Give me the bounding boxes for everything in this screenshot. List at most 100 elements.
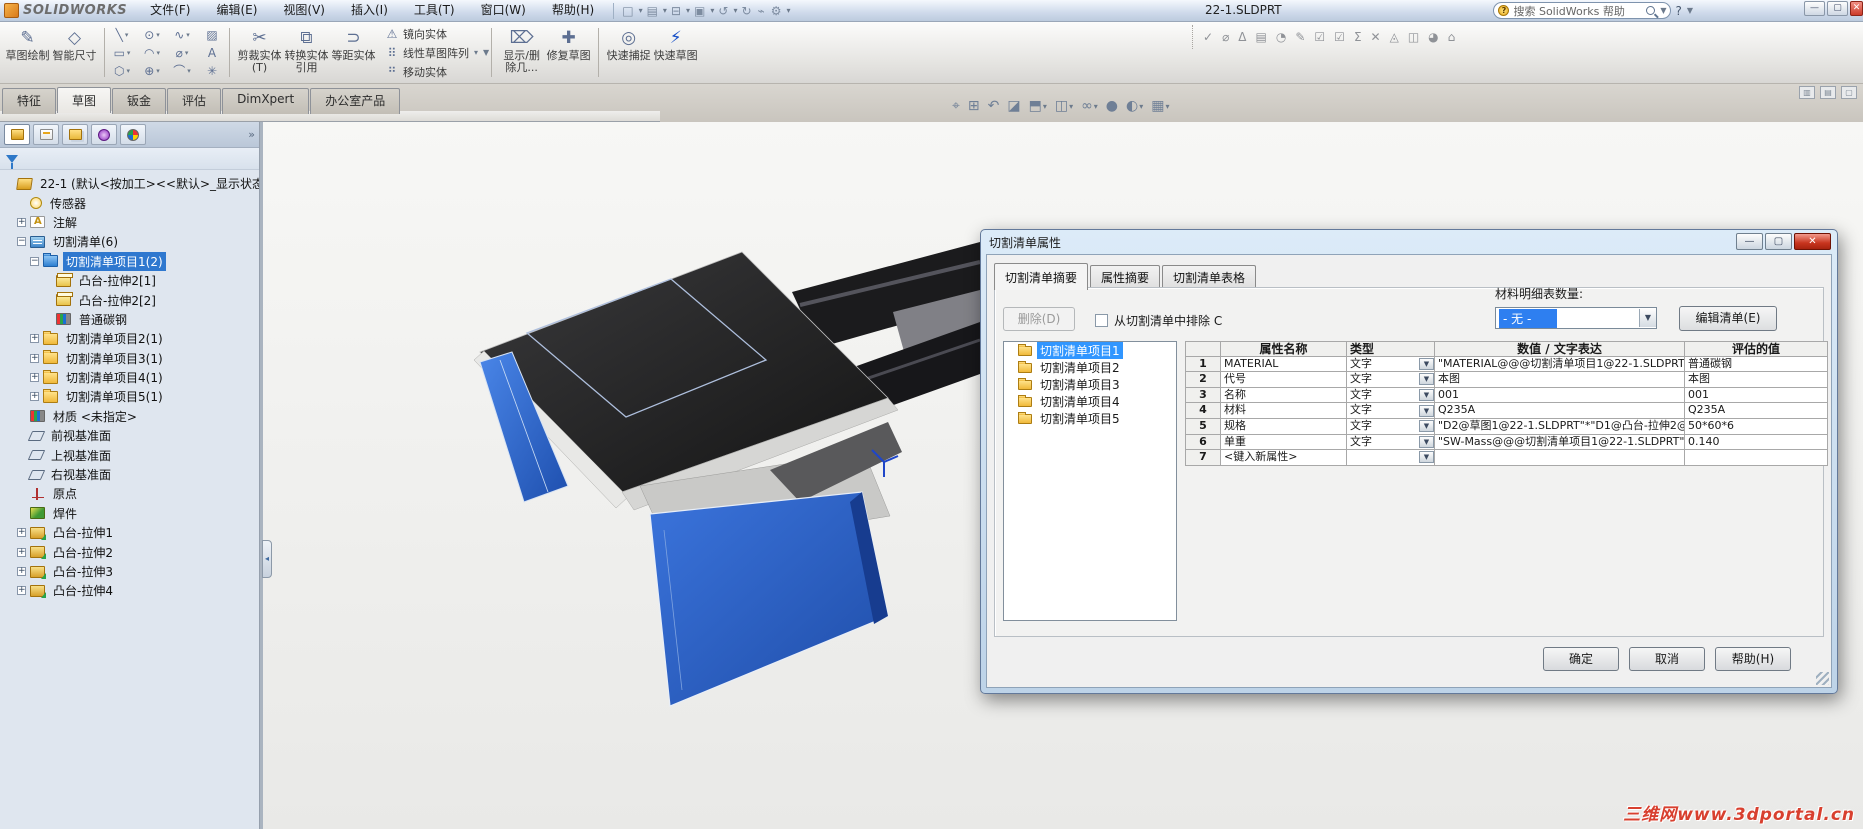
cut-list-item[interactable]: 切割清单项目3 [1004,376,1176,393]
tree-item[interactable]: 普通碳钢 [0,310,259,329]
property-name-cell[interactable]: 单重 [1221,434,1347,451]
property-name-cell[interactable]: <键入新属性> [1221,450,1347,466]
tree-item[interactable]: + 凸台-拉伸4 [0,581,259,600]
line-icon[interactable]: ╲ ▾ [107,26,137,44]
undo-icon-dropdown[interactable]: ▾ [733,6,737,15]
measure-icon[interactable]: ⌀ [1222,30,1229,44]
split-pane-icon-2[interactable]: ▤ [1820,86,1836,99]
undo-icon[interactable]: ↺ [716,4,730,18]
equations-icon[interactable]: Σ [1354,30,1362,44]
redo-icon[interactable]: ↻ [739,4,753,18]
expand-icon[interactable]: + [17,528,26,538]
dialog-maximize-button[interactable]: ▢ [1765,233,1792,250]
dialog-close-button[interactable]: ✕ [1794,233,1831,250]
convert-entities-button[interactable]: ⧉ 转换实体引用 [283,25,330,81]
linear-pattern-icon-dropdown[interactable]: ▾ [474,48,478,57]
trim-entities-button[interactable]: ✂ 剪裁实体(T) [236,25,283,81]
move-entities-button[interactable]: ⠛ 移动实体 [381,63,482,81]
cancel-button[interactable]: 取消 [1629,647,1705,671]
polygon-icon-dropdown[interactable]: ▾ [126,67,130,75]
edit-appearance-icon[interactable]: ● [1106,98,1118,114]
dialog-tab-切割清单摘要[interactable]: 切割清单摘要 [994,263,1089,290]
cut-list-item[interactable]: 切割清单项目2 [1004,359,1176,376]
full-pane-icon[interactable]: ▢ [1841,86,1857,99]
arc-icon-dropdown[interactable]: ▾ [156,49,160,57]
type-cell[interactable]: 文字 ▼ [1347,387,1435,404]
value-cell[interactable]: 本图 [1435,372,1685,388]
tree-item[interactable]: + 切割清单项目5(1) [0,387,259,406]
mass-properties-icon[interactable]: Δ [1238,30,1246,44]
menu-文件(F)[interactable]: 文件(F) [137,0,203,21]
help-dropdown-icon[interactable]: ▼ [1687,6,1693,15]
display-delete-relations-button[interactable]: ⌦ 显示/删除几... [498,25,545,81]
delete-button[interactable]: 删除(D) [1003,307,1075,331]
statistics-icon[interactable]: ▤ [1256,30,1267,44]
mirror-entities-button[interactable]: ⚠ 镜向实体 [381,25,482,43]
search-dropdown-icon[interactable]: ▼ [1660,6,1666,15]
cut-list-items-listbox[interactable]: 切割清单项目1 切割清单项目2 切割清单项目3 切割清单项目4 切割清单项目5 [1003,341,1177,621]
zebra-icon[interactable]: ◫ [1408,30,1419,44]
tree-item[interactable]: + 注解 [0,213,259,232]
check-feature-icon[interactable]: ☑ [1314,30,1325,44]
edit-list-button[interactable]: 编辑清单(E) [1679,306,1777,331]
search-input[interactable]: ? 搜索 SolidWorks 帮助 ▼ [1493,2,1672,19]
print-icon[interactable]: ▣ [692,4,707,18]
pin-icon[interactable]: ✎ [1295,30,1305,44]
value-cell[interactable]: "SW-Mass@@@切割清单项目1@22-1.SLDPRT" [1435,434,1685,451]
view-orientation-icon[interactable]: ⬒ ▾ [1029,98,1047,114]
type-cell[interactable]: 文字 ▼ [1347,372,1435,388]
view-orientation-icon-dropdown[interactable]: ▾ [1043,102,1047,111]
circle-icon-dropdown[interactable]: ▾ [156,31,160,39]
expand-icon[interactable]: + [30,334,39,344]
resize-grip-icon[interactable] [1816,672,1829,685]
display-style-icon-dropdown[interactable]: ▾ [1069,102,1073,111]
deviation-icon[interactable]: ✕ [1371,30,1381,44]
display-style-icon[interactable]: ◫ ▾ [1055,98,1073,114]
spline-icon-dropdown[interactable]: ▾ [186,31,190,39]
check-active-icon[interactable]: ☑ [1334,30,1345,44]
type-dropdown-icon[interactable]: ▼ [1419,404,1434,417]
type-cell[interactable]: 文字 ▼ [1347,356,1435,373]
tree-item[interactable]: 传感器 [0,193,259,212]
sketch-button[interactable]: ✎ 草图绘制 [4,25,51,81]
view-settings-icon-dropdown[interactable]: ▾ [1165,102,1169,111]
type-cell[interactable]: 文字 ▼ [1347,418,1435,435]
search-icon[interactable] [1646,6,1656,15]
offset-entities-button[interactable]: ⊃ 等距实体 [330,25,377,81]
tree-item[interactable]: + 凸台-拉伸1 [0,523,259,542]
command-tab-DimXpert[interactable]: DimXpert [222,88,310,114]
value-cell[interactable]: "MATERIAL@@@切割清单项目1@22-1.SLDPRT [1435,356,1685,373]
command-tab-钣金[interactable]: 钣金 [112,88,167,114]
symmetry-icon[interactable]: ◬ [1390,30,1399,44]
menu-工具(T)[interactable]: 工具(T) [401,0,468,21]
dialog-minimize-button[interactable]: — [1736,233,1763,250]
help-button[interactable]: 帮助(H) [1715,647,1791,671]
polygon-icon[interactable]: ⬡ ▾ [107,62,137,80]
zoom-to-fit-icon[interactable]: ⌖ [952,98,960,114]
tab-display-manager[interactable] [120,124,146,145]
command-tab-办公室产品[interactable]: 办公室产品 [310,88,401,114]
tree-item[interactable]: 22-1 (默认<按加工><<默认>_显示状态 1: [0,174,259,193]
print-icon-dropdown[interactable]: ▾ [710,6,714,15]
expand-icon[interactable]: + [17,567,26,576]
type-cell[interactable]: 文字 ▼ [1347,434,1435,451]
rapid-sketch-button[interactable]: ⚡ 快速草图 [652,25,699,81]
options-icon[interactable]: ⚙ [769,4,784,18]
value-cell[interactable]: 001 [1435,387,1685,404]
tree-item[interactable]: 右视基准面 [0,465,259,484]
type-dropdown-icon[interactable]: ▼ [1419,451,1434,464]
tree-item[interactable]: + 切割清单项目4(1) [0,368,259,387]
hide-show-items-icon[interactable]: ∞ ▾ [1081,98,1098,114]
expand-icon[interactable]: + [30,373,39,383]
panel-splitter[interactable] [260,122,263,829]
new-document-icon[interactable]: □ [620,4,635,18]
tab-feature-manager[interactable] [4,124,30,145]
collapse-icon[interactable]: − [17,237,26,247]
ellipse-icon[interactable]: ⌀ ▾ [167,44,197,62]
rectangle-icon-dropdown[interactable]: ▾ [127,49,131,57]
tab-property-manager[interactable] [33,124,59,145]
selection-box-icon[interactable]: ▨ [197,26,227,44]
stack-dropdown-icon[interactable]: ▼ [483,48,489,57]
text-icon[interactable]: A [197,44,227,62]
command-tab-草图[interactable]: 草图 [57,87,112,113]
